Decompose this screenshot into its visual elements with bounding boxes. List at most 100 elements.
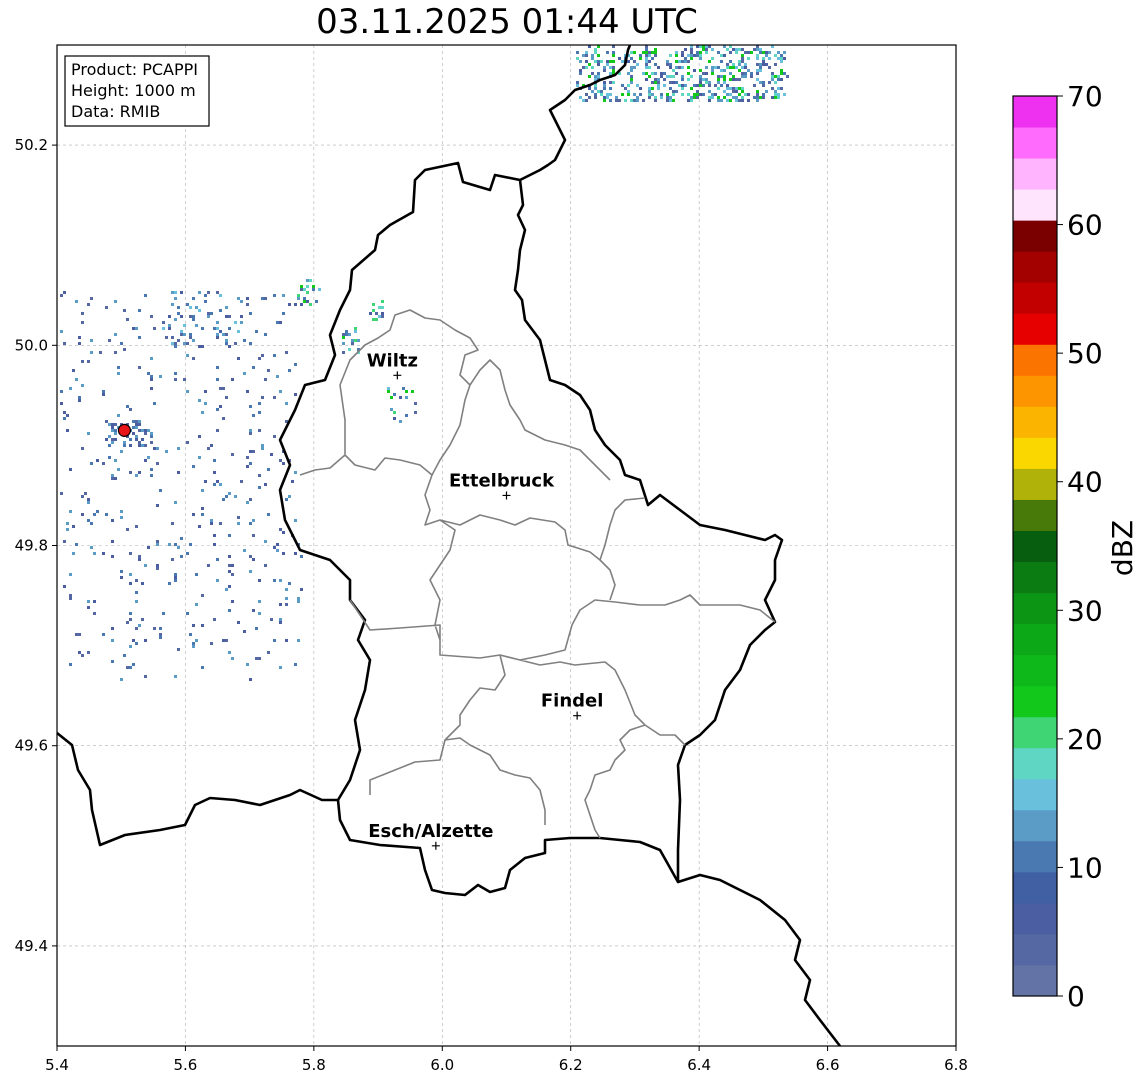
radar-pixel [306,279,309,282]
radar-pixel [726,87,729,90]
radar-pixel [294,303,297,306]
radar-pixel [702,78,705,81]
radar-pixel [249,429,252,432]
radar-pixel [252,609,255,612]
radar-pixel [393,411,396,414]
radar-pixel [90,522,93,525]
radar-pixel [345,333,348,336]
radar-pixel [651,51,654,54]
radar-pixel [759,81,762,84]
radar-pixel [732,63,735,66]
radar-pixel [225,342,228,345]
radar-pixel [159,375,162,378]
radar-pixel [150,315,153,318]
radar-pixel [372,318,375,321]
radar-pixel [342,333,345,336]
radar-pixel [126,318,129,321]
radar-pixel [720,75,723,78]
radar-pixel [603,96,606,99]
radar-pixel [741,60,744,63]
radar-pixel [135,627,138,630]
radar-pixel [69,510,72,513]
radar-pixel [228,564,231,567]
radar-pixel [741,54,744,57]
radar-pixel [666,63,669,66]
x-tick-label: 5.4 [45,1056,69,1074]
radar-pixel [69,594,72,597]
radar-pixel [681,54,684,57]
radar-pixel [705,78,708,81]
radar-pixel [708,60,711,63]
radar-pixel [777,78,780,81]
city-markers: Wiltz Ettelbruck Findel Esch/Alzette [367,350,603,850]
radar-pixel [225,333,228,336]
radar-pixel [399,396,402,399]
radar-pixel [597,63,600,66]
radar-pixel [93,612,96,615]
radar-pixel [180,291,183,294]
radar-pixel [666,60,669,63]
radar-pixel [246,390,249,393]
radar-pixel [282,462,285,465]
radar-pixel [711,48,714,51]
radar-pixel [672,75,675,78]
radar-pixel [138,366,141,369]
radar-pixel [78,336,81,339]
colorbar-tick-label: 20 [1067,723,1103,756]
radar-pixel [612,51,615,54]
radar-pixel [762,51,765,54]
radar-pixel [690,54,693,57]
city-label: Wiltz [367,350,418,371]
radar-pixel [705,48,708,51]
radar-pixel [666,75,669,78]
radar-pixel [81,312,84,315]
radar-pixel [183,342,186,345]
radar-pixel [765,54,768,57]
radar-pixel [150,432,153,435]
radar-pixel [84,492,87,495]
radar-pixel [381,300,384,303]
radar-pixel [228,609,231,612]
radar-pixel [204,390,207,393]
radar-pixel [669,81,672,84]
radar-pixel [711,66,714,69]
radar-pixel [159,489,162,492]
radar-pixel [654,54,657,57]
radar-pixel [246,501,249,504]
radar-pixel [660,96,663,99]
radar-pixel [300,303,303,306]
radar-pixel [144,564,147,567]
radar-pixel [135,438,138,441]
radar-pixel [762,96,765,99]
radar-pixel [672,99,675,102]
radar-pixel [594,51,597,54]
radar-pixel [651,57,654,60]
radar-pixel [774,63,777,66]
radar-pixel [654,48,657,51]
radar-pixel [297,297,300,300]
radar-pixel [180,330,183,333]
radar-pixel [138,420,141,423]
radar-pixel [654,78,657,81]
radar-pixel [231,564,234,567]
radar-pixel [720,54,723,57]
radar-pixel [699,93,702,96]
radar-pixel [615,99,618,102]
radar-pixel [111,426,114,429]
radar-pixel [126,621,129,624]
radar-pixel [60,330,63,333]
radar-pixel [219,405,222,408]
radar-pixel [228,492,231,495]
radar-pixel [279,621,282,624]
radar-pixel [150,375,153,378]
radar-pixel [732,90,735,93]
radar-pixel [591,54,594,57]
radar-pixel [150,387,153,390]
radar-pixel [606,60,609,63]
radar-pixel [174,573,177,576]
radar-pixel [63,291,66,294]
radar-pixel [606,51,609,54]
x-tick-label: 6.8 [944,1056,968,1074]
radar-pixel [624,99,627,102]
radar-pixel [240,315,243,318]
